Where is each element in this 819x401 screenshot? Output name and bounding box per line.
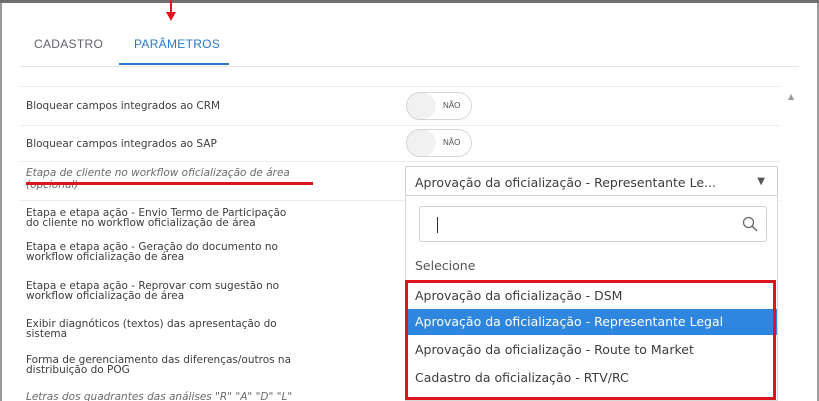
tabs-divider — [20, 66, 799, 67]
dropdown-option[interactable]: Aprovação da oficialização - DSM — [406, 283, 777, 309]
text-cursor — [437, 217, 438, 233]
search-icon — [742, 216, 758, 232]
window-left-border — [0, 3, 2, 401]
row-label-etapa-cliente: Etapa de cliente no workflow oficializaç… — [26, 167, 290, 179]
dropdown-option-selecione[interactable]: Selecione — [406, 253, 777, 279]
dropdown-option[interactable]: Cadastro da oficialização - RTV/RC — [406, 365, 777, 391]
dropdown-option[interactable]: Aprovação da oficialização - Route to Ma… — [406, 337, 777, 363]
scrollbar[interactable]: ▲ — [785, 86, 799, 401]
row-divider — [20, 161, 780, 162]
select-value: Aprovação da oficialização - Representan… — [415, 175, 716, 190]
dropdown-search-input[interactable] — [419, 206, 767, 242]
select-dropdown: Selecione Aprovação da oficialização - D… — [405, 196, 778, 401]
row-label-geracao-2: workflow oficialização de área — [26, 251, 185, 263]
active-tab-indicator — [119, 63, 229, 65]
tab-cadastro[interactable]: CADASTRO — [34, 37, 103, 51]
annotation-underline — [26, 182, 313, 185]
chevron-down-icon[interactable]: ▼ — [757, 176, 765, 187]
row-label-envio-termo-2: do cliente no workflow oficialização de … — [26, 217, 256, 229]
scroll-up-icon[interactable]: ▲ — [788, 92, 794, 101]
dropdown-option-selected[interactable]: Aprovação da oficialização - Representan… — [406, 309, 777, 335]
row-label-bloquear-sap: Bloquear campos integrados ao SAP — [26, 138, 217, 150]
row-label-bloquear-crm: Bloquear campos integrados ao CRM — [26, 100, 221, 112]
row-label-letras: Letras dos quadrantes das análises "R" "… — [26, 391, 293, 401]
row-divider — [20, 86, 780, 87]
row-label-diagnosticos-1: Exibir diagnóticos (textos) das apresent… — [26, 318, 277, 330]
row-label-forma-2: distribuição do POG — [26, 364, 130, 376]
row-label-diagnosticos-2: sistema — [26, 328, 68, 340]
toggle-bloquear-sap[interactable]: NÃO — [406, 129, 472, 157]
row-divider — [20, 125, 780, 126]
annotation-arrow-icon — [166, 0, 176, 21]
toggle-knob — [407, 93, 435, 119]
toggle-bloquear-crm[interactable]: NÃO — [406, 92, 472, 120]
etapa-cliente-select[interactable]: Aprovação da oficialização - Representan… — [405, 166, 778, 196]
tab-parametros[interactable]: PARÂMETROS — [134, 37, 220, 51]
dialog-window: CADASTRO PARÂMETROS Bloquear campos inte… — [0, 0, 819, 401]
toggle-state: NÃO — [443, 101, 461, 110]
toggle-knob — [407, 130, 435, 156]
toggle-state: NÃO — [443, 138, 461, 147]
window-top-border — [0, 0, 819, 3]
row-label-reprovar-2: workflow oficialização de área — [26, 290, 185, 302]
